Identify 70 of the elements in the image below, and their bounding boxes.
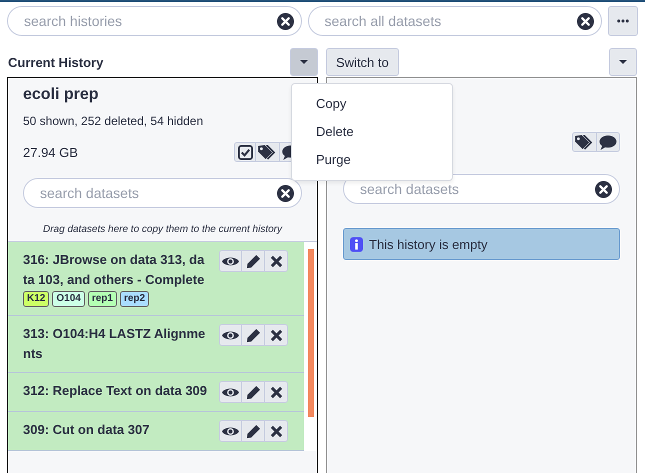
tag[interactable]: rep1 [88,291,117,307]
dataset-title: 316: JBrowse on data 313, data 103, and others - Complete [23,251,206,289]
clear-icon[interactable] [277,184,294,202]
pencil-icon [246,424,261,438]
pencil-icon [246,384,261,400]
clear-icon[interactable] [276,12,294,30]
search-field[interactable]: search histories [7,6,302,36]
close-icon [270,328,283,342]
edit-button[interactable] [242,420,266,442]
info-icon [350,236,363,252]
eye-icon [222,254,240,268]
tag[interactable]: O104 [52,291,85,307]
scrollbar[interactable] [308,249,314,417]
annotation-button[interactable] [597,132,620,152]
eye-icon [222,386,240,398]
delete-button[interactable] [265,381,288,403]
edit-button[interactable] [242,381,266,403]
tags-icon [575,134,594,150]
checkbox-icon [238,144,252,160]
menu-item[interactable]: Purge [292,146,452,174]
tags-button[interactable] [572,132,597,152]
close-icon [270,424,283,438]
dataset-title: 309: Cut on data 307 [23,421,150,439]
dataset-item[interactable]: 313: O104:H4 LASTZ Alignments [8,316,304,373]
dataset-title: 313: O104:H4 LASTZ Alignments [23,325,206,363]
comment-icon [282,144,291,160]
clear-icon[interactable] [595,180,612,198]
delete-button[interactable] [265,250,288,272]
edit-button[interactable] [242,250,266,272]
search-field[interactable]: search all datasets [308,6,602,36]
pencil-icon [246,254,261,268]
delete-button[interactable] [265,420,288,442]
dataset-title: 312: Replace Text on data 309 [23,382,207,400]
history-stats: 50 shown, 252 deleted, 54 hidden [23,114,204,128]
delete-button[interactable] [265,324,288,346]
dropdown-button[interactable] [609,48,637,76]
more-button[interactable] [608,6,638,36]
history-size: 27.94 GB [23,144,78,160]
close-icon [270,386,283,398]
menu-item[interactable]: Delete [292,118,452,146]
menu-item[interactable]: Copy [292,90,452,118]
tags-icon [258,144,277,160]
edit-button[interactable] [242,324,266,346]
caret-icon [300,60,308,64]
view-button[interactable] [219,324,242,346]
ellipsis-icon [617,19,629,23]
section-title: Current History [8,54,104,70]
search-field[interactable]: search datasets [23,178,302,208]
drop-hint: Drag datasets here to copy them to the current history [42,224,284,237]
view-button[interactable] [219,381,242,403]
switch-button[interactable]: Switch to [326,48,399,76]
history-name: ecoli prep [23,86,100,104]
dropdown-button[interactable] [290,48,318,76]
eye-icon [222,328,240,342]
dataset-item[interactable]: 312: Replace Text on data 309 [8,373,304,412]
view-button[interactable] [219,420,242,442]
tags-button[interactable] [256,142,280,162]
view-button[interactable] [219,250,242,272]
clear-icon[interactable] [577,12,594,30]
tag[interactable]: rep2 [120,291,150,307]
dataset-item[interactable]: 309: Cut on data 307 [8,412,304,451]
select-button[interactable] [234,142,256,162]
caret-icon [619,60,627,64]
eye-icon [222,424,240,438]
close-icon [270,254,283,268]
comment-icon [599,134,617,150]
tag[interactable]: K12 [23,291,50,307]
pencil-icon [246,328,261,342]
dataset-item[interactable]: 316: JBrowse on data 313, data 103, and others - Complete K12 O104 rep1 rep2 [8,242,304,316]
empty-message: This history is empty [343,228,620,260]
